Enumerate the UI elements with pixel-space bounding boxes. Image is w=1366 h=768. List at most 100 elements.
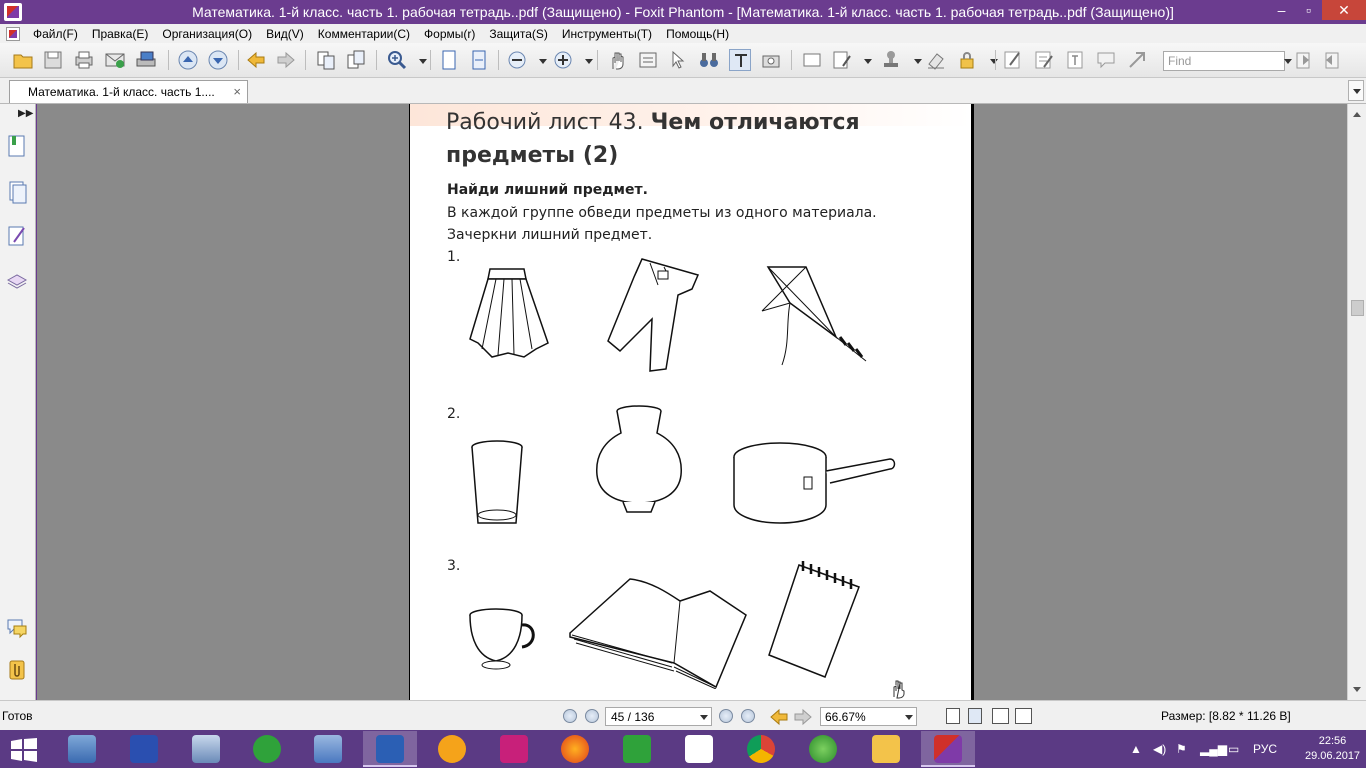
tab-list-dropdown[interactable] [1348, 80, 1364, 101]
menu-help[interactable]: Помощь(H) [659, 27, 736, 41]
menu-tools[interactable]: Инструменты(T) [555, 27, 659, 41]
next-view-icon[interactable] [792, 706, 812, 726]
pages-thumbnail-icon[interactable] [6, 180, 28, 204]
last-page-icon[interactable] [741, 709, 755, 723]
lock-dropdown-icon[interactable] [983, 49, 998, 71]
continuous-view-icon[interactable] [968, 708, 982, 724]
save-icon[interactable] [42, 49, 64, 71]
first-page-icon[interactable] [563, 709, 577, 723]
show-hidden-icons[interactable]: ▲ [1130, 742, 1142, 756]
next-page-icon[interactable] [207, 49, 229, 71]
document-menu-icon[interactable] [6, 26, 20, 41]
find-next-icon[interactable] [1320, 49, 1342, 71]
expand-panel-icon[interactable]: ▶▶ [18, 108, 33, 119]
email-icon[interactable] [104, 49, 126, 71]
edit-text-icon[interactable] [1033, 49, 1055, 71]
tab-close-icon[interactable]: × [233, 84, 241, 99]
menu-view[interactable]: Вид(V) [259, 27, 311, 41]
taskbar-app-files[interactable] [55, 731, 109, 767]
taskbar-app-explorer[interactable] [859, 731, 913, 767]
menu-file[interactable]: Файл(F) [26, 27, 85, 41]
taskbar-app-photo[interactable] [487, 731, 541, 767]
document-view[interactable]: Рабочий лист 43. Чем отличаются предметы… [37, 104, 1347, 700]
zoom-in-icon[interactable] [386, 49, 408, 71]
taskbar-app-foxit[interactable] [921, 731, 975, 767]
clock[interactable]: 22:56 29.06.2017 [1305, 734, 1360, 764]
fit-width-icon[interactable] [468, 49, 490, 71]
menu-comments[interactable]: Комментарии(C) [311, 27, 417, 41]
zoom-in-circle-icon[interactable] [552, 49, 574, 71]
zoom-dropdown-icon[interactable] [412, 49, 427, 71]
taskbar-app-yandex[interactable] [672, 731, 726, 767]
fit-page-icon[interactable] [438, 49, 460, 71]
comments-panel-icon[interactable] [6, 616, 28, 640]
scroll-thumb[interactable] [1351, 300, 1364, 316]
print-icon[interactable] [73, 49, 95, 71]
bookmarks-icon[interactable] [6, 134, 28, 158]
forward-arrow-icon[interactable] [275, 49, 297, 71]
find-previous-icon[interactable] [1293, 49, 1315, 71]
maximize-button[interactable]: ▫ [1295, 0, 1322, 20]
page-number-field[interactable]: 45 / 136 [605, 707, 712, 726]
facing-view-icon[interactable] [992, 708, 1009, 724]
menu-edit[interactable]: Правка(E) [85, 27, 156, 41]
taskbar-app-media[interactable] [301, 731, 355, 767]
zoom-level-field[interactable]: 66.67% [820, 707, 917, 726]
vertical-scrollbar[interactable] [1347, 104, 1366, 700]
hand-tool-icon[interactable] [607, 49, 629, 71]
scan-icon[interactable] [135, 49, 157, 71]
taskbar-app-save[interactable] [117, 731, 171, 767]
continuous-facing-view-icon[interactable] [1015, 708, 1032, 724]
camera-snapshot-icon[interactable] [760, 49, 782, 71]
scroll-down-icon[interactable] [1353, 687, 1361, 692]
taskbar-app-a[interactable] [610, 731, 664, 767]
windows-start-icon[interactable] [10, 738, 38, 762]
language-indicator[interactable]: РУС [1253, 742, 1277, 756]
taskbar-app-word[interactable] [363, 731, 417, 767]
document-tab[interactable]: Математика. 1-й класс. часть 1.... × [9, 80, 248, 103]
flag-icon[interactable]: ⚑ [1176, 742, 1187, 756]
lock-icon[interactable] [956, 49, 978, 71]
eraser-tool-icon[interactable] [925, 49, 947, 71]
stamp-icon[interactable] [880, 49, 902, 71]
typewriter-dropdown-icon[interactable] [857, 49, 872, 71]
attachments-icon[interactable] [6, 658, 28, 682]
minimize-button[interactable]: – [1268, 0, 1295, 20]
taskbar-app-chrome[interactable] [734, 731, 788, 767]
volume-icon[interactable]: ◀) [1153, 742, 1166, 756]
scroll-up-icon[interactable] [1353, 112, 1361, 117]
find-binoculars-icon[interactable] [698, 49, 720, 71]
network-signal-icon[interactable]: ▂▄▆ [1200, 742, 1227, 756]
zoom-out-dropdown-icon[interactable] [532, 49, 547, 71]
text-box-icon[interactable] [1064, 49, 1086, 71]
taskbar-app-mail-agent[interactable] [240, 731, 294, 767]
text-select-icon[interactable] [729, 49, 751, 71]
extract-pages-icon[interactable] [315, 49, 337, 71]
find-input[interactable]: Find [1163, 51, 1285, 71]
select-arrow-icon[interactable] [667, 49, 689, 71]
previous-view-icon[interactable] [768, 706, 788, 726]
taskbar-app-control-panel[interactable] [179, 731, 233, 767]
menu-protect[interactable]: Защита(S) [482, 27, 555, 41]
menu-organize[interactable]: Организация(O) [155, 27, 259, 41]
open-folder-icon[interactable] [12, 49, 34, 71]
pencil-tool-icon[interactable] [1002, 49, 1024, 71]
power-icon[interactable]: ▭ [1228, 742, 1239, 756]
stamp-dropdown-icon[interactable] [907, 49, 922, 71]
note-comment-icon[interactable] [1095, 49, 1117, 71]
previous-page-status-icon[interactable] [585, 709, 599, 723]
find-dropdown-icon[interactable] [1277, 49, 1292, 71]
insert-pages-icon[interactable] [345, 49, 367, 71]
single-page-view-icon[interactable] [946, 708, 960, 724]
typewriter-icon[interactable] [831, 49, 853, 71]
rectangle-tool-icon[interactable] [801, 49, 823, 71]
taskbar-app-mail[interactable] [425, 731, 479, 767]
close-button[interactable]: ✕ [1322, 0, 1366, 20]
next-page-status-icon[interactable] [719, 709, 733, 723]
snapshot-text-icon[interactable] [637, 49, 659, 71]
back-arrow-icon[interactable] [245, 49, 267, 71]
zoom-out-circle-icon[interactable] [506, 49, 528, 71]
previous-page-icon[interactable] [177, 49, 199, 71]
zoom-in-dropdown-icon[interactable] [578, 49, 593, 71]
menu-forms[interactable]: Формы(r) [417, 27, 482, 41]
